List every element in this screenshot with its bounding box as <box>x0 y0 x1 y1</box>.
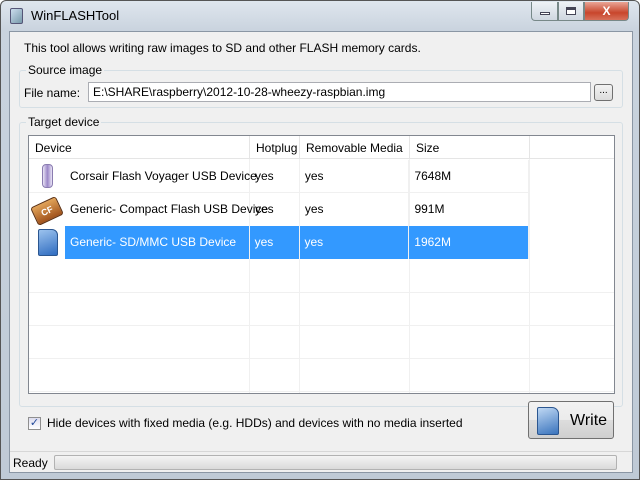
compact-flash-icon: CF <box>29 193 65 226</box>
column-header-empty <box>530 136 614 159</box>
usb-stick-icon <box>29 160 65 193</box>
table-row[interactable]: Corsair Flash Voyager USB Device yes yes… <box>29 160 529 193</box>
client-area: This tool allows writing raw images to S… <box>9 31 633 473</box>
removable-cell: yes <box>299 226 410 259</box>
hotplug-cell: yes <box>249 226 300 259</box>
column-header-hotplug[interactable]: Hotplug <box>250 136 300 159</box>
size-cell: 7648M <box>409 160 529 192</box>
file-name-label: File name: <box>24 86 81 100</box>
target-group-label: Target device <box>26 115 102 129</box>
device-name: Generic- Compact Flash USB Device <box>65 193 268 226</box>
device-list[interactable]: Device Hotplug Removable Media Size Cors… <box>28 135 615 394</box>
write-button-label: Write <box>570 412 608 429</box>
removable-cell: yes <box>300 160 410 192</box>
removable-cell: yes <box>300 193 410 226</box>
column-header-size[interactable]: Size <box>410 136 530 159</box>
status-bar: Ready <box>10 451 632 473</box>
progress-bar <box>54 455 617 470</box>
hotplug-cell: yes <box>250 160 300 192</box>
table-row-selected[interactable]: Generic- SD/MMC USB Device yes yes 1962M <box>29 226 529 259</box>
app-icon <box>10 8 23 24</box>
column-header-device[interactable]: Device <box>29 136 250 159</box>
browse-button[interactable]: ... <box>594 84 613 101</box>
close-button[interactable]: X <box>584 2 629 21</box>
column-header-removable[interactable]: Removable Media <box>300 136 410 159</box>
table-row[interactable]: CF Generic- Compact Flash USB Device yes… <box>29 193 529 226</box>
file-name-input[interactable]: E:\SHARE\raspberry\2012-10-28-wheezy-ras… <box>88 82 591 102</box>
sd-card-icon <box>537 407 559 435</box>
status-text: Ready <box>13 456 48 470</box>
sd-card-icon <box>29 226 65 259</box>
write-button[interactable]: Write <box>528 401 614 439</box>
source-group-label: Source image <box>26 63 105 77</box>
size-cell: 991M <box>409 193 529 226</box>
minimize-button[interactable] <box>531 2 558 21</box>
hide-devices-checkbox[interactable]: ✓ <box>28 417 41 430</box>
device-name: Corsair Flash Voyager USB Device <box>65 160 257 192</box>
device-name: Generic- SD/MMC USB Device <box>65 226 250 259</box>
hotplug-cell: yes <box>250 193 300 226</box>
app-window: WinFLASHTool X This tool allows writing … <box>0 0 640 480</box>
maximize-button[interactable] <box>558 2 584 21</box>
list-header: Device Hotplug Removable Media Size <box>29 136 614 159</box>
window-title: WinFLASHTool <box>31 8 120 23</box>
description-text: This tool allows writing raw images to S… <box>24 41 421 55</box>
size-cell: 1962M <box>409 226 529 259</box>
hide-devices-label[interactable]: Hide devices with fixed media (e.g. HDDs… <box>47 416 463 430</box>
